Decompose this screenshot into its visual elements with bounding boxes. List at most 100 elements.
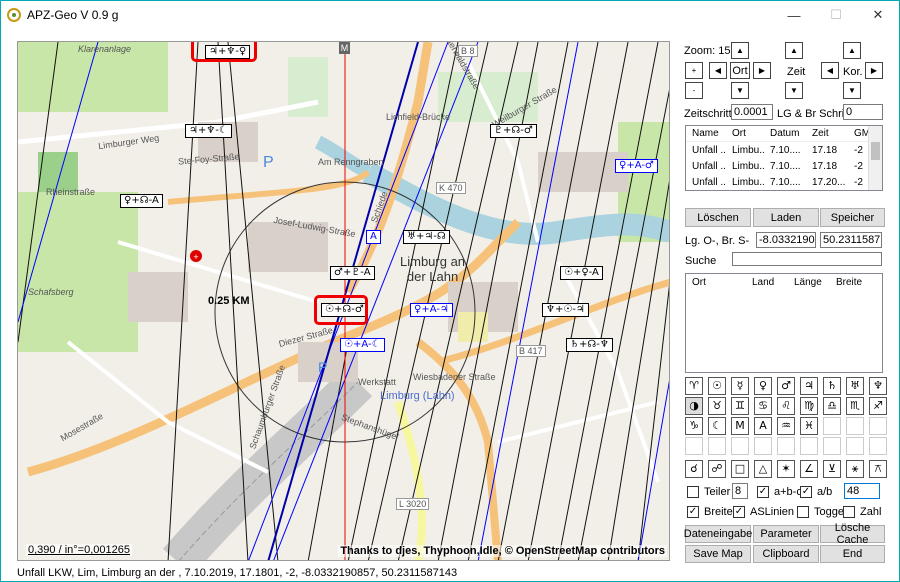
kor-down-button[interactable]: ▼ [843, 82, 861, 99]
col-header[interactable]: Datum [764, 128, 806, 139]
end-button[interactable]: End [820, 545, 885, 563]
symbol-button[interactable]: ☾ [708, 417, 726, 435]
symbol-button[interactable]: □ [731, 460, 749, 478]
empty-symbol-slot[interactable] [823, 417, 841, 435]
aspect-label[interactable]: ♄+☊-♆ [566, 338, 613, 352]
zahl-checkbox[interactable]: Zahl [843, 506, 881, 518]
table-scrollbar[interactable] [868, 126, 882, 190]
col-header[interactable]: Breite [830, 277, 876, 288]
clipboard-button[interactable]: Clipboard [753, 545, 819, 563]
empty-symbol-slot[interactable] [869, 437, 887, 455]
aspect-label[interactable]: ♀+A-♃ [410, 303, 453, 317]
aspect-label[interactable]: ♃+♆-☾ [185, 124, 232, 138]
abc-checkbox[interactable]: ✓ a+b-c [757, 486, 802, 498]
ort-button[interactable]: Ort [730, 62, 750, 79]
zoom-minus-button[interactable]: - [685, 82, 703, 99]
symbol-button[interactable]: ☉ [708, 377, 726, 395]
maximize-button[interactable]: ☐ [815, 1, 857, 29]
aspect-label[interactable]: A [366, 230, 381, 244]
ab-input[interactable]: 48 [844, 483, 880, 499]
search-results-table[interactable]: Ort Land Länge Breite [685, 273, 883, 373]
symbol-button[interactable]: △ [754, 460, 772, 478]
records-table[interactable]: Name Ort Datum Zeit GM Unfall ... Limbu.… [685, 125, 883, 191]
symbol-button[interactable]: ♒ [777, 417, 795, 435]
symbol-button[interactable]: ☌ [685, 460, 703, 478]
symbol-button[interactable]: M [731, 417, 749, 435]
symbol-button[interactable]: ◑ [685, 397, 703, 415]
aspect-label[interactable]: ♆+☉-♃ [542, 303, 589, 317]
symbol-button[interactable]: ♐ [869, 397, 887, 415]
close-button[interactable]: ✕ [857, 1, 899, 29]
symbol-button[interactable]: ♋ [754, 397, 772, 415]
empty-symbol-slot[interactable] [685, 437, 703, 455]
kor-right-button[interactable]: ▶ [865, 62, 883, 79]
symbol-button[interactable]: ♄ [823, 377, 841, 395]
table-row[interactable]: Unfall ... Limbu... 7.10.... 17.18 -2 [686, 142, 882, 158]
loeschen-button[interactable]: Löschen [685, 208, 751, 227]
parameter-button[interactable]: Parameter [753, 525, 819, 543]
aslinien-checkbox[interactable]: ✓ ASLinien [733, 506, 794, 518]
zeit-down-button[interactable]: ▼ [785, 82, 803, 99]
ab-checkbox[interactable]: ✓ a/b [800, 486, 832, 498]
zoom-plus-button[interactable]: + [685, 62, 703, 79]
aspect-label[interactable]: ☉+A-☾ [340, 338, 385, 352]
symbol-button[interactable]: ⊻ [823, 460, 841, 478]
empty-symbol-slot[interactable] [754, 437, 772, 455]
dateneingabe-button[interactable]: Dateneingabe [684, 525, 752, 543]
col-header[interactable]: Zeit [806, 128, 848, 139]
col-header[interactable]: Ort [726, 128, 764, 139]
togge-checkbox[interactable]: Togge [797, 506, 844, 518]
symbol-button[interactable]: ☍ [708, 460, 726, 478]
symbol-button[interactable]: ∠ [800, 460, 818, 478]
zeitschritt-input[interactable]: 0.0001 [731, 104, 773, 120]
loesche-cache-button[interactable]: Lösche Cache [820, 522, 885, 546]
zeit-up-button[interactable]: ▲ [785, 42, 803, 59]
empty-symbol-slot[interactable] [846, 417, 864, 435]
speicher-button[interactable]: Speicher [820, 208, 885, 227]
aspect-label[interactable]: ♇+☊-♂ [490, 124, 537, 138]
lgbr-schritt-input[interactable]: 0 [843, 104, 883, 120]
search-input[interactable] [732, 252, 882, 266]
kor-left-button[interactable]: ◀ [821, 62, 839, 79]
empty-symbol-slot[interactable] [800, 437, 818, 455]
empty-symbol-slot[interactable] [731, 437, 749, 455]
symbol-button[interactable]: ♍ [800, 397, 818, 415]
col-header[interactable]: GM [848, 128, 870, 139]
zoom-up-button[interactable]: ▲ [731, 42, 749, 59]
symbol-button[interactable]: ♃ [800, 377, 818, 395]
teiler-checkbox[interactable]: Teiler [687, 486, 730, 498]
symbol-button[interactable]: ⚹ [846, 460, 864, 478]
symbol-button[interactable]: ♉ [708, 397, 726, 415]
minimize-button[interactable]: — [773, 1, 815, 29]
table-row[interactable]: Unfall ... Limbu... 7.10.... 17.20... -2 [686, 174, 882, 190]
symbol-button[interactable]: ♌ [777, 397, 795, 415]
symbol-button[interactable]: ⚻ [869, 460, 887, 478]
aspect-label[interactable]: ♅+♃-☊ [403, 230, 450, 244]
symbol-button[interactable]: ♀ [754, 377, 772, 395]
empty-symbol-slot[interactable] [777, 437, 795, 455]
kor-up-button[interactable]: ▲ [843, 42, 861, 59]
map-view[interactable]: + P P M 0.25 KM Limburg an der Lahn Limb… [17, 41, 670, 561]
table-row[interactable]: Unfall ... Limbu... 7.10.... 17.18 -2 [686, 158, 882, 174]
aspect-label[interactable]: ♂+♇-A [330, 266, 375, 280]
symbol-button[interactable]: ✶ [777, 460, 795, 478]
ort-right-button[interactable]: ▶ [753, 62, 771, 79]
symbol-button[interactable]: ♎ [823, 397, 841, 415]
aspect-label[interactable]: ☉+♀-A [560, 266, 603, 280]
symbol-button[interactable]: ♈ [685, 377, 703, 395]
empty-symbol-slot[interactable] [823, 437, 841, 455]
laden-button[interactable]: Laden [753, 208, 819, 227]
empty-symbol-slot[interactable] [869, 417, 887, 435]
aspect-label[interactable]: ♀+A-♂ [615, 159, 658, 173]
symbol-button[interactable]: A [754, 417, 772, 435]
symbol-button[interactable]: ☿ [731, 377, 749, 395]
longitude-input[interactable]: -8.03321908 [756, 232, 816, 248]
symbol-button[interactable]: ♊ [731, 397, 749, 415]
col-header[interactable]: Ort [686, 277, 746, 288]
col-header[interactable]: Name [686, 128, 726, 139]
symbol-button[interactable]: ♆ [869, 377, 887, 395]
symbol-button[interactable]: ♅ [846, 377, 864, 395]
empty-symbol-slot[interactable] [846, 437, 864, 455]
ort-left-button[interactable]: ◀ [709, 62, 727, 79]
empty-symbol-slot[interactable] [708, 437, 726, 455]
